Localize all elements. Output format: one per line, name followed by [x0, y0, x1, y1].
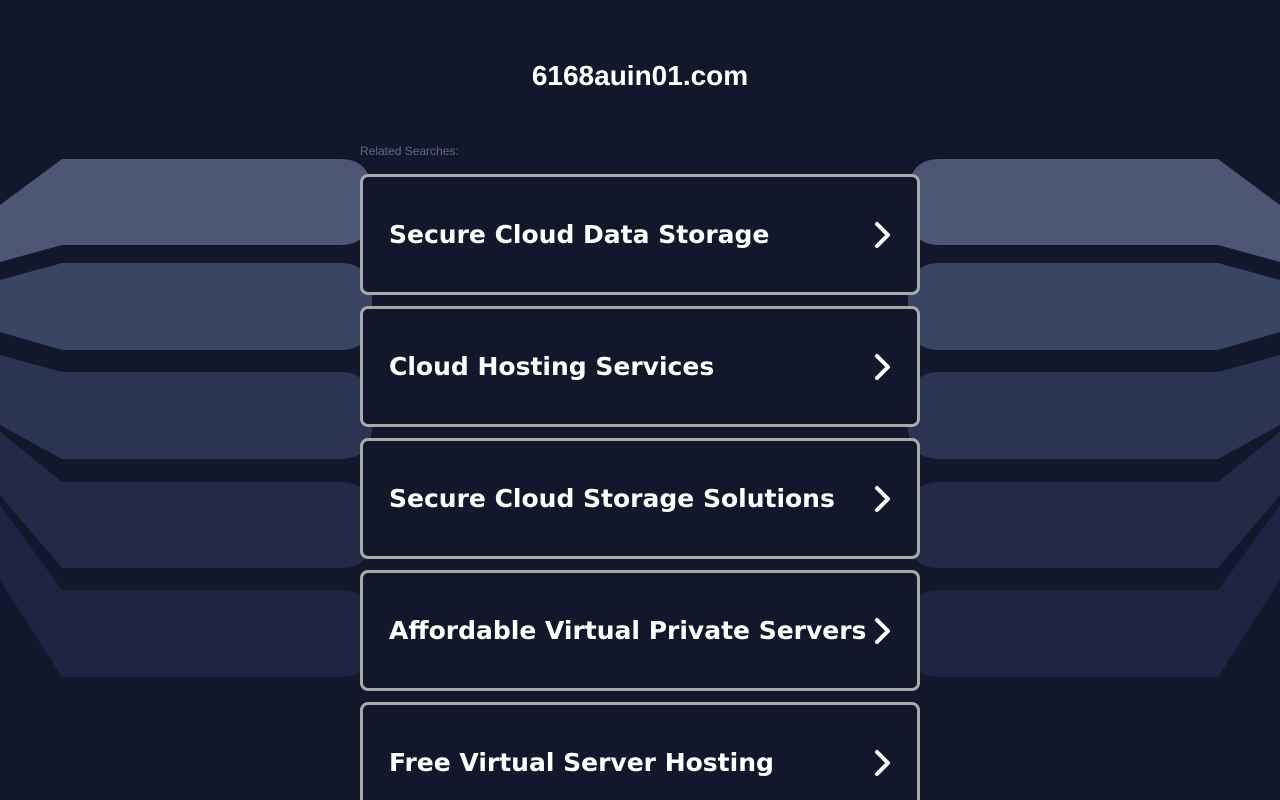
related-search-label: Free Virtual Server Hosting: [389, 747, 774, 777]
related-search-link[interactable]: Secure Cloud Data Storage: [360, 174, 920, 295]
related-searches-label: Related Searches:: [360, 144, 459, 158]
related-search-link[interactable]: Cloud Hosting Services: [360, 306, 920, 427]
chevron-right-icon: [875, 617, 890, 644]
related-search-label: Secure Cloud Data Storage: [389, 219, 770, 249]
related-search-link[interactable]: Affordable Virtual Private Servers: [360, 570, 920, 691]
related-search-label: Affordable Virtual Private Servers: [389, 615, 867, 645]
related-search-label: Cloud Hosting Services: [389, 351, 715, 381]
chevron-right-icon: [875, 221, 890, 248]
related-search-link[interactable]: Free Virtual Server Hosting: [360, 702, 920, 800]
chevron-right-icon: [875, 485, 890, 512]
related-search-label: Secure Cloud Storage Solutions: [389, 483, 835, 513]
related-search-link[interactable]: Secure Cloud Storage Solutions: [360, 438, 920, 559]
parked-domain-page: 6168auin01.com Related Searches: Secure …: [0, 0, 1280, 800]
domain-title: 6168auin01.com: [531, 60, 749, 91]
related-searches-list: Secure Cloud Data Storage Cloud Hosting …: [360, 174, 920, 800]
chevron-right-icon: [875, 749, 890, 776]
chevron-right-icon: [875, 353, 890, 380]
